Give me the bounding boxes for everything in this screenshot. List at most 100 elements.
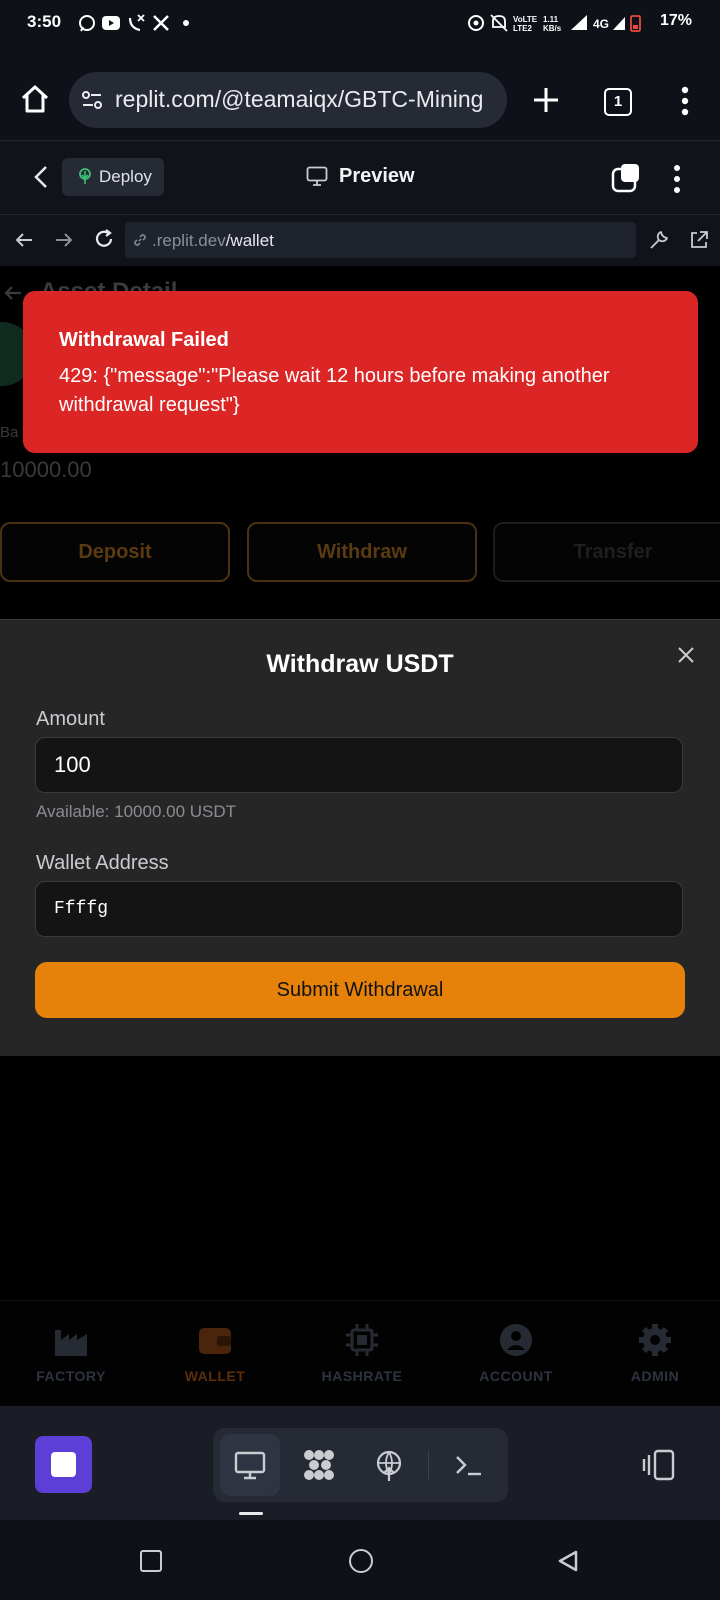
data-saver-icon bbox=[468, 15, 484, 31]
amount-input[interactable] bbox=[35, 737, 683, 793]
factory-icon bbox=[55, 1330, 87, 1356]
open-external-button[interactable] bbox=[688, 229, 710, 251]
toast-message: 429: {"message":"Please wait 12 hours be… bbox=[59, 365, 610, 416]
active-tool-indicator bbox=[239, 1512, 263, 1515]
wrench-icon bbox=[650, 231, 668, 249]
site-settings-icon[interactable] bbox=[80, 88, 104, 112]
browser-home-button[interactable] bbox=[18, 82, 52, 116]
svg-text:4G: 4G bbox=[593, 17, 609, 31]
replit-menu-button[interactable] bbox=[672, 164, 682, 194]
nav-label-factory: FACTORY bbox=[36, 1368, 106, 1384]
arrow-right-icon bbox=[56, 233, 73, 247]
shell-tool-button[interactable] bbox=[452, 1448, 486, 1482]
gear-icon bbox=[639, 1324, 671, 1356]
status-notification-icons bbox=[78, 12, 218, 39]
nav-label-admin: ADMIN bbox=[630, 1368, 680, 1384]
external-link-icon bbox=[691, 231, 708, 248]
deploy-label[interactable]: Deploy bbox=[99, 167, 152, 187]
signal-2-icon bbox=[613, 17, 625, 30]
new-pane-button[interactable] bbox=[611, 163, 641, 193]
x-icon bbox=[153, 15, 169, 31]
monitor-icon bbox=[306, 166, 328, 186]
preview-tool-button[interactable] bbox=[233, 1448, 267, 1482]
workflows-tool-button[interactable] bbox=[302, 1448, 336, 1482]
side-panel-button[interactable] bbox=[641, 1448, 677, 1482]
available-balance-text: Available: 10000.00 USDT bbox=[36, 802, 237, 821]
new-tab-button[interactable] bbox=[530, 84, 562, 116]
svg-text:VoLTE: VoLTE bbox=[513, 15, 538, 24]
amount-label: Amount bbox=[36, 708, 105, 730]
status-right-icons: VoLTE LTE2 1.11 KB/s 4G bbox=[467, 12, 692, 39]
asset-back-icon[interactable] bbox=[2, 282, 24, 304]
stop-icon bbox=[51, 1452, 76, 1477]
nav-item-factory[interactable]: FACTORY bbox=[16, 1322, 126, 1384]
nav-item-admin[interactable]: ADMIN bbox=[600, 1322, 710, 1384]
monitor-icon bbox=[234, 1451, 266, 1480]
preview-title: Preview bbox=[339, 165, 415, 187]
balance-value: 10000.00 bbox=[0, 457, 92, 482]
preview-url-text[interactable]: .replit.dev/wallet bbox=[152, 231, 274, 251]
account-icon bbox=[500, 1324, 532, 1356]
chevron-left-icon bbox=[34, 166, 47, 188]
nav-item-account[interactable]: ACCOUNT bbox=[461, 1322, 571, 1384]
signal-icon bbox=[571, 15, 587, 30]
battery-percent: 17% bbox=[659, 12, 692, 29]
reload-icon bbox=[95, 229, 113, 247]
svg-text:LTE2: LTE2 bbox=[513, 24, 533, 33]
youtube-icon bbox=[102, 16, 120, 30]
arrow-left-icon bbox=[15, 233, 32, 247]
dot-icon bbox=[183, 20, 189, 26]
link-icon bbox=[132, 232, 148, 248]
kebab-icon bbox=[681, 86, 689, 116]
devtools-button[interactable] bbox=[648, 229, 670, 251]
globe-upload-icon bbox=[376, 1450, 402, 1481]
toast-title: Withdrawal Failed bbox=[59, 329, 229, 351]
mute-icon bbox=[490, 14, 508, 32]
nodes-icon bbox=[304, 1450, 334, 1480]
nav-item-hashrate[interactable]: HASHRATE bbox=[307, 1322, 417, 1384]
status-time: 3:50 bbox=[27, 12, 62, 31]
deploy-icon bbox=[76, 167, 94, 185]
browser-menu-button[interactable] bbox=[680, 86, 690, 116]
missed-call-icon bbox=[128, 14, 145, 32]
preview-back-button[interactable] bbox=[14, 230, 34, 250]
whatsapp-icon bbox=[79, 15, 95, 32]
home-icon bbox=[21, 85, 49, 113]
tab-switcher-button[interactable]: 1 bbox=[604, 88, 632, 116]
preview-reload-button[interactable] bbox=[93, 228, 115, 250]
preview-url-path: /wallet bbox=[225, 231, 274, 250]
transfer-button[interactable]: Transfer bbox=[493, 522, 720, 582]
deposit-button[interactable]: Deposit bbox=[0, 522, 230, 582]
svg-text:KB/s: KB/s bbox=[543, 24, 562, 33]
battery-icon bbox=[630, 15, 641, 32]
wallet-address-label: Wallet Address bbox=[36, 852, 169, 874]
back-triangle-icon[interactable] bbox=[556, 1549, 580, 1573]
preview-url-domain: .replit.dev bbox=[152, 231, 226, 250]
svg-text:1.11: 1.11 bbox=[543, 15, 559, 24]
submit-withdrawal-button[interactable]: Submit Withdrawal bbox=[35, 962, 685, 1018]
nav-label-hashrate: HASHRATE bbox=[321, 1368, 403, 1384]
new-tab-icon bbox=[611, 164, 639, 193]
modal-close-button[interactable] bbox=[676, 645, 696, 665]
close-icon bbox=[678, 647, 694, 663]
nav-label-wallet: WALLET bbox=[184, 1368, 246, 1384]
wallet-address-input[interactable] bbox=[35, 881, 683, 937]
nav-item-wallet[interactable]: WALLET bbox=[160, 1322, 270, 1384]
deploy-tool-button[interactable] bbox=[372, 1448, 406, 1482]
terminal-icon bbox=[456, 1456, 481, 1476]
wallet-icon bbox=[199, 1328, 231, 1354]
nav-label-account: ACCOUNT bbox=[479, 1368, 553, 1384]
replit-back-button[interactable] bbox=[30, 164, 54, 190]
preview-forward-button[interactable] bbox=[54, 230, 74, 250]
modal-title: Withdraw USDT bbox=[266, 650, 454, 678]
kebab-icon bbox=[674, 165, 680, 193]
recents-icon[interactable] bbox=[140, 1550, 162, 1572]
plus-icon bbox=[534, 88, 558, 112]
withdraw-button[interactable]: Withdraw bbox=[247, 522, 477, 582]
address-text[interactable]: replit.com/@teamaiqx/GBTC-Mining bbox=[115, 86, 483, 113]
panel-icon bbox=[642, 1449, 675, 1481]
tool-separator bbox=[428, 1451, 429, 1479]
chip-icon bbox=[346, 1324, 378, 1356]
home-circle-icon[interactable] bbox=[349, 1549, 373, 1573]
balance-label: Ba bbox=[0, 424, 19, 441]
